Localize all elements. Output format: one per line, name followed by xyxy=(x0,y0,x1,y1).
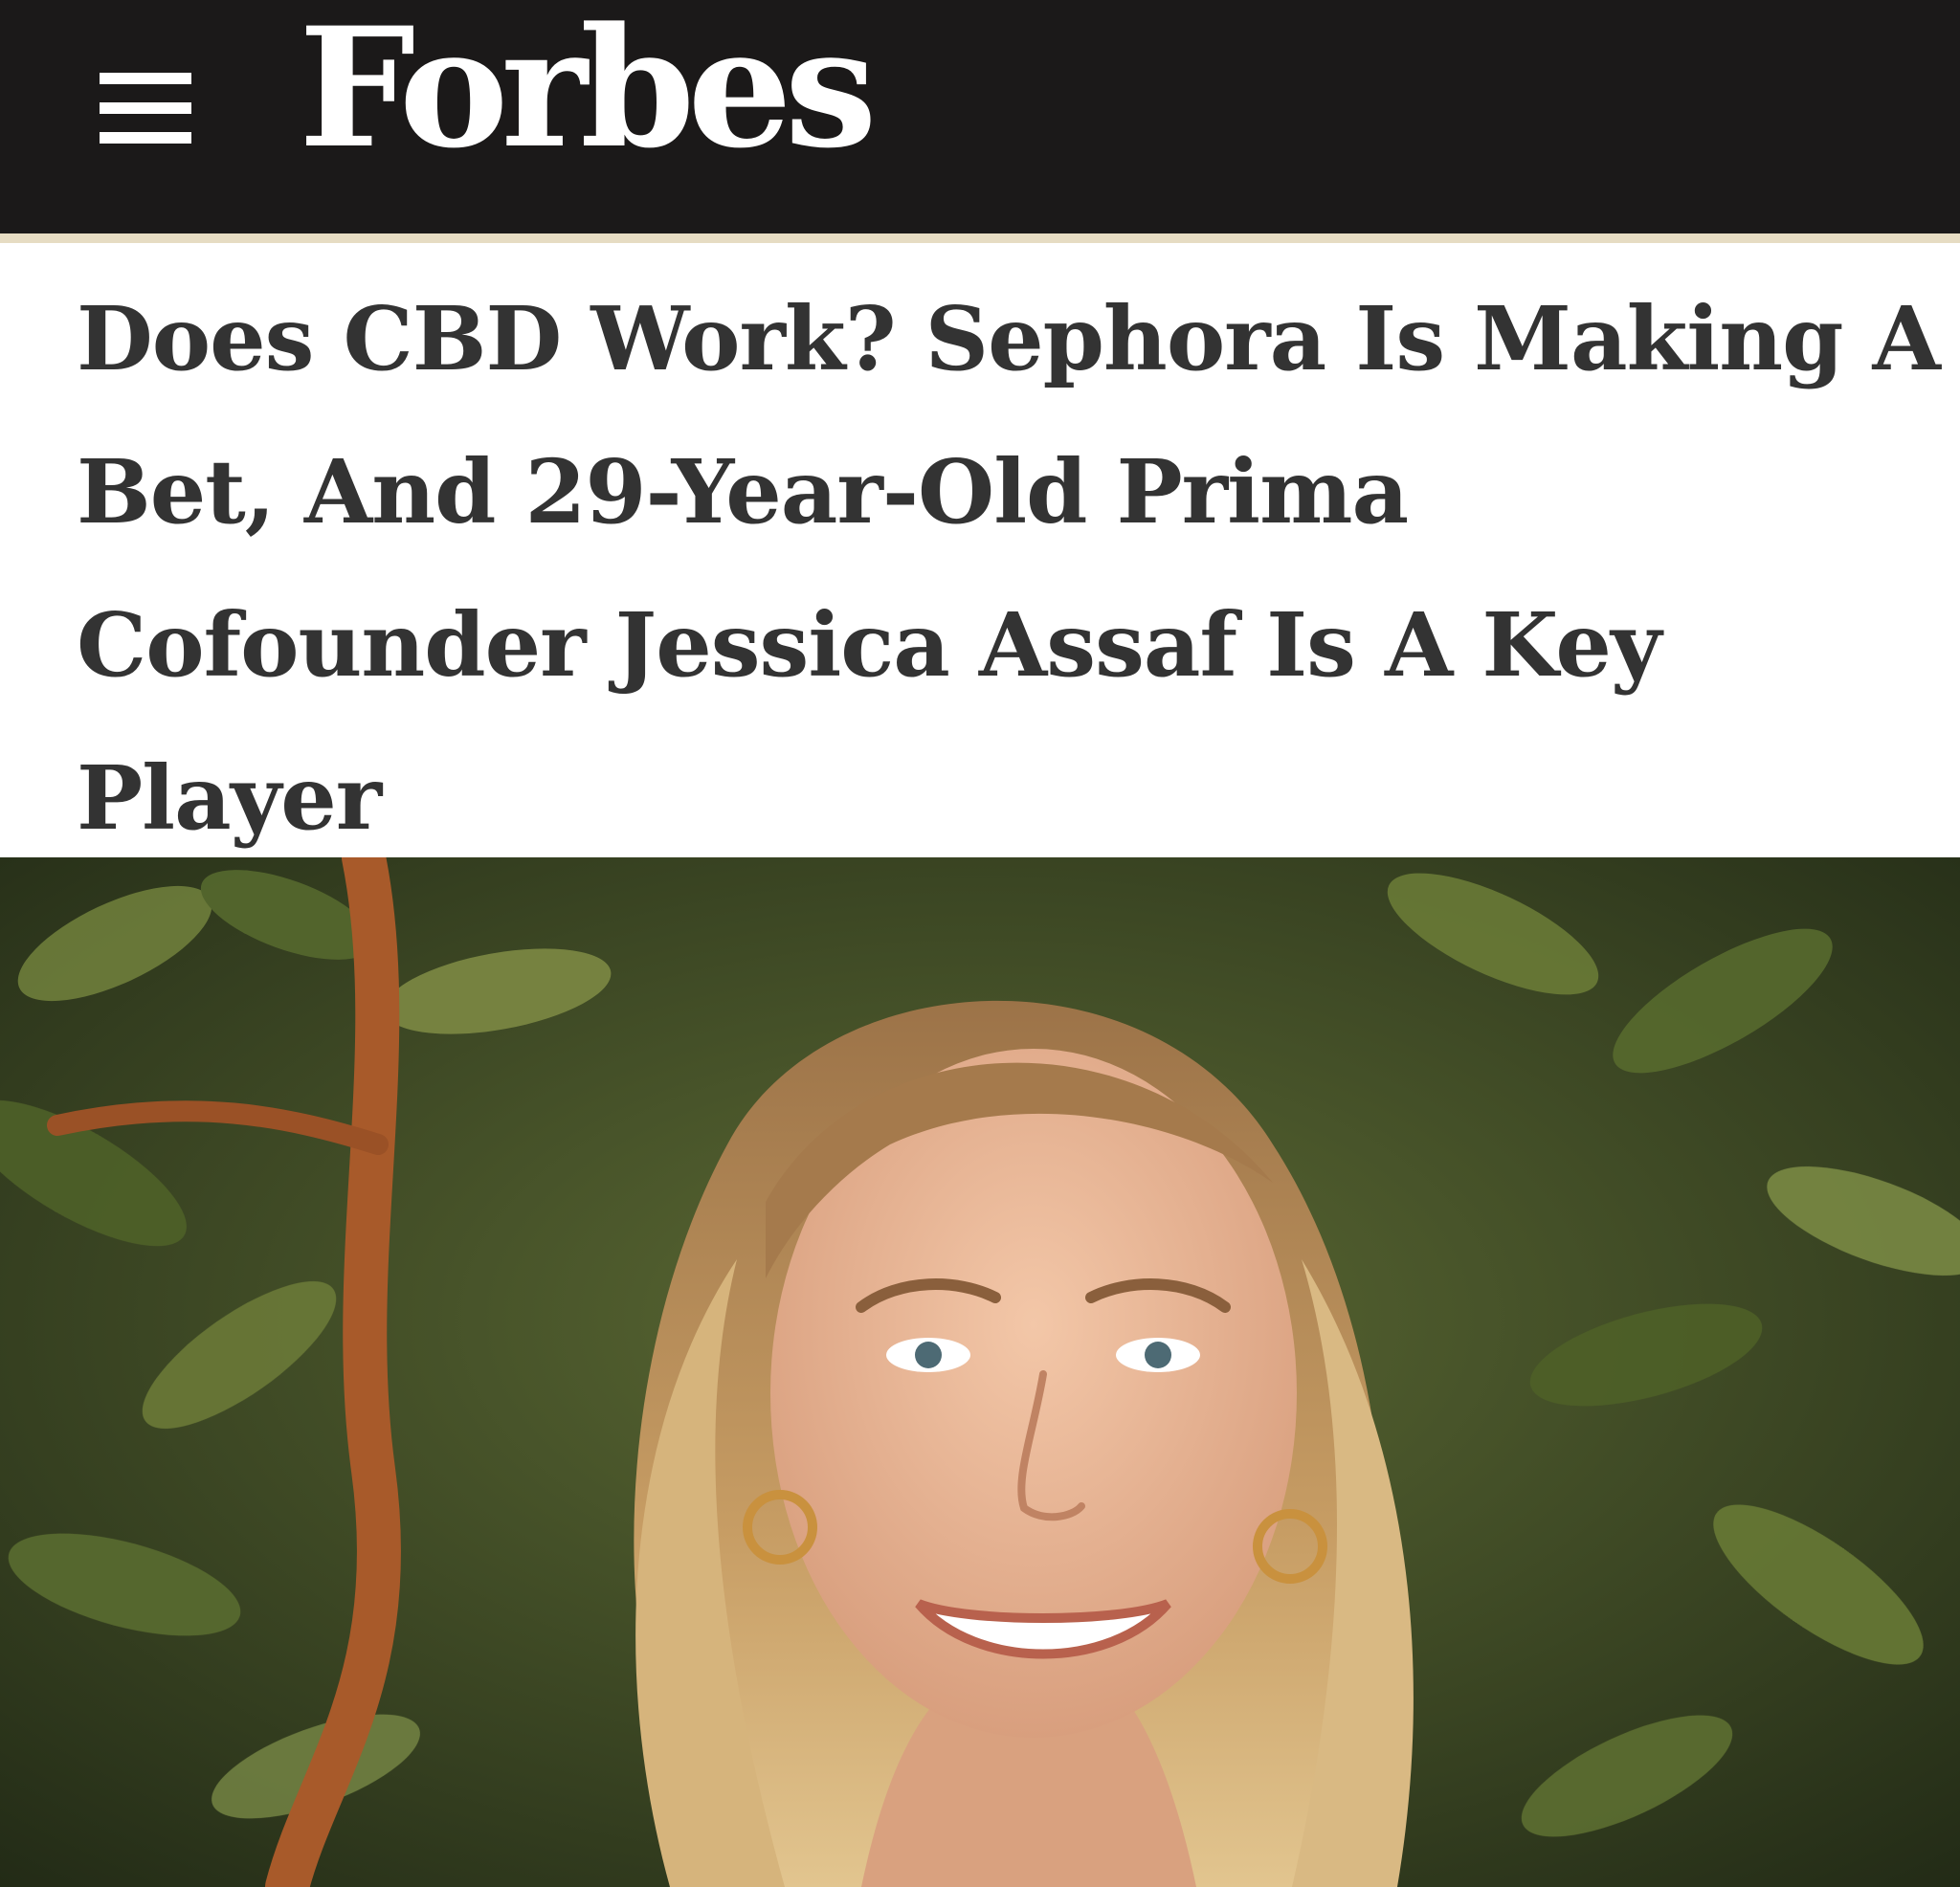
headline-section: Does CBD Work? Sephora Is Making A Bet, … xyxy=(0,243,1960,857)
hamburger-menu-icon xyxy=(100,73,191,144)
hero-image xyxy=(0,857,1960,1887)
menu-button[interactable] xyxy=(100,73,191,144)
article-headline: Does CBD Work? Sephora Is Making A Bet, … xyxy=(77,287,1941,850)
header-accent-rule xyxy=(0,233,1960,243)
forbes-article-page: Forbes Does CBD Work? Sephora Is Making … xyxy=(0,0,1960,1887)
site-header: Forbes xyxy=(0,0,1960,233)
forbes-logo[interactable]: Forbes xyxy=(299,6,878,170)
portrait-photo xyxy=(0,857,1960,1887)
